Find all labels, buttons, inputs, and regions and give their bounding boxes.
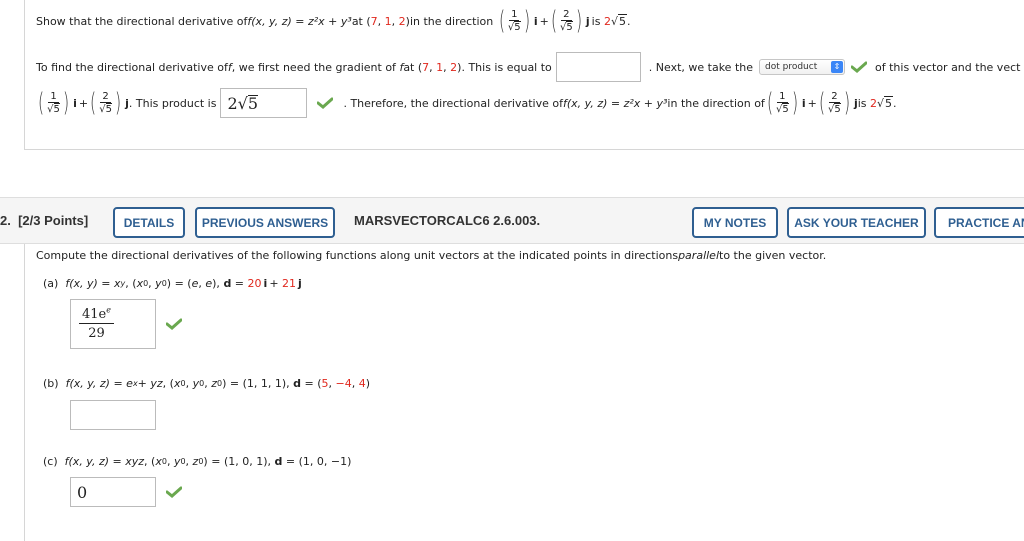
details-button[interactable]: DETAILS bbox=[113, 207, 185, 238]
fraction-i: 1 √5 bbox=[47, 91, 60, 115]
d-j-coefficient: 21 bbox=[282, 277, 297, 290]
part-a-answer-input[interactable]: 41ee 29 bbox=[70, 299, 156, 349]
question-2-body: Compute the directional derivatives of t… bbox=[24, 244, 1024, 541]
question-1-panel: Show that the directional derivative of … bbox=[24, 0, 1024, 150]
practice-another-button[interactable]: PRACTICE ANOTHER bbox=[934, 207, 1024, 238]
result-sqrt: √ 5 bbox=[610, 14, 627, 28]
points-label: [2/3 Points] bbox=[18, 213, 89, 228]
paren-close: ) bbox=[115, 88, 122, 118]
point-values: (1, 0, 1) bbox=[223, 455, 268, 468]
d-values: (1, 0, −1) bbox=[298, 455, 352, 468]
paren-close: ) bbox=[575, 6, 582, 36]
point: (7, 1, 2) bbox=[417, 60, 462, 74]
function-expression: f(x, y) = x bbox=[65, 277, 121, 290]
part-c-answer-row: 0 bbox=[70, 477, 188, 507]
d-label: d bbox=[293, 377, 302, 390]
fraction-j: 2 √5 bbox=[828, 91, 841, 115]
solution-text: in the direction of bbox=[667, 96, 765, 110]
paren-close: ) bbox=[843, 88, 850, 118]
ask-teacher-button[interactable]: ASK YOUR TEACHER bbox=[787, 207, 926, 238]
result-coefficient: 2 bbox=[603, 14, 611, 28]
operation-select[interactable]: dot product ⇕ bbox=[759, 59, 846, 75]
unit-i: i bbox=[801, 96, 806, 110]
part-b-prompt: (b) f(x, y, z) = ex + yz, (x 0, y0, z 0) =… bbox=[43, 377, 371, 390]
question-number: 2. [2/3 Points] bbox=[0, 213, 89, 228]
select-arrows-icon: ⇕ bbox=[831, 61, 844, 73]
checkmark-icon bbox=[317, 97, 334, 109]
instructions-text: to the given vector. bbox=[719, 249, 827, 262]
result-coefficient: 2 bbox=[870, 96, 878, 110]
question-code: MARSVECTORCALC6 2.6.003. bbox=[354, 213, 541, 228]
fraction-j: 2 √5 bbox=[559, 9, 573, 33]
my-notes-button[interactable]: MY NOTES bbox=[692, 207, 778, 238]
paren-open: ( bbox=[498, 6, 505, 36]
statement-text: is bbox=[591, 14, 601, 28]
part-a-answer-row: 41ee 29 bbox=[70, 299, 188, 349]
statement-text: in the direction bbox=[409, 14, 494, 28]
part-c-prompt: (c) f(x, y, z) = xyz, (x 0, y0, z 0) = (1,… bbox=[43, 455, 352, 468]
checkmark-icon bbox=[166, 318, 182, 330]
paren-open: ( bbox=[90, 88, 97, 118]
result-sqrt: √ 5 bbox=[877, 96, 894, 110]
d-label: d bbox=[223, 277, 232, 290]
question-2-header: 2. [2/3 Points] DETAILS PREVIOUS ANSWERS… bbox=[0, 197, 1024, 244]
point-values: (1, 1, 1) bbox=[242, 377, 287, 390]
function-expression: f(x, y, z) = e bbox=[65, 377, 133, 390]
solution-line-2: ( 1 √5 ) i + ( 2 √5 ) j . This product is 2… bbox=[38, 88, 897, 118]
function-expression: f(x, y, z) = z²x + y³ bbox=[247, 14, 352, 28]
instructions-emphasis: parallel bbox=[678, 249, 720, 262]
solution-text: . Next, we take the bbox=[648, 60, 754, 74]
paren-open: ( bbox=[38, 88, 45, 118]
part-label: (a) bbox=[43, 277, 59, 290]
paren-close: ) bbox=[523, 6, 530, 36]
d-i-coefficient: 20 bbox=[247, 277, 262, 290]
point: (7, 1, 2) bbox=[366, 14, 410, 28]
paren-open: ( bbox=[766, 88, 773, 118]
solution-text: is bbox=[857, 96, 867, 110]
fraction-i: 1 √5 bbox=[775, 91, 789, 115]
statement-text: Show that the directional derivative of bbox=[36, 14, 248, 28]
part-c-answer-input[interactable]: 0 bbox=[70, 477, 156, 507]
previous-answers-button[interactable]: PREVIOUS ANSWERS bbox=[195, 207, 335, 238]
paren-close: ) bbox=[791, 88, 798, 118]
fraction-answer: 41ee 29 bbox=[79, 306, 114, 341]
fraction-i: 1 √5 bbox=[507, 9, 521, 33]
fraction-j: 2 √5 bbox=[99, 91, 112, 115]
solution-text: . This product is bbox=[128, 96, 217, 110]
solution-text: To find the directional derivative of bbox=[36, 60, 228, 74]
gradient-answer-input[interactable] bbox=[555, 52, 641, 82]
unit-i: i bbox=[533, 14, 538, 28]
solution-text: . This is equal to bbox=[461, 60, 552, 74]
instructions-text: Compute the directional derivatives of t… bbox=[36, 249, 679, 262]
select-value: dot product bbox=[765, 62, 818, 72]
checkmark-icon bbox=[166, 486, 182, 498]
question-1-statement: Show that the directional derivative of … bbox=[36, 6, 631, 36]
function-expression: f(x, y, z) = z²x + y³ bbox=[563, 96, 668, 110]
paren-close: ) bbox=[62, 88, 70, 118]
checkmark-icon bbox=[851, 61, 868, 73]
statement-text: at bbox=[351, 14, 363, 28]
solution-text: at bbox=[403, 60, 415, 74]
part-label: (c) bbox=[43, 455, 58, 468]
unit-j: j bbox=[585, 14, 590, 28]
function-expression: f(x, y, z) = xyz bbox=[64, 455, 145, 468]
unit-i: i bbox=[73, 96, 77, 110]
solution-text: . Therefore, the directional derivative … bbox=[343, 96, 563, 110]
solution-line-1: To find the directional derivative of f … bbox=[36, 52, 1020, 82]
product-answer-input[interactable]: 2 √ 5 bbox=[220, 88, 308, 118]
part-b-answer-input[interactable] bbox=[70, 400, 156, 430]
solution-text: , we first need the gradient of bbox=[231, 60, 396, 74]
paren-open: ( bbox=[818, 88, 825, 118]
d-label: d bbox=[274, 455, 283, 468]
instructions: Compute the directional derivatives of t… bbox=[36, 249, 826, 262]
part-label: (b) bbox=[43, 377, 59, 390]
part-a-prompt: (a) f(x, y) = xy, (x 0, y 0) = (e, e), d =… bbox=[43, 277, 302, 290]
paren-open: ( bbox=[550, 6, 557, 36]
solution-text: of this vector and the vect bbox=[875, 60, 1021, 74]
